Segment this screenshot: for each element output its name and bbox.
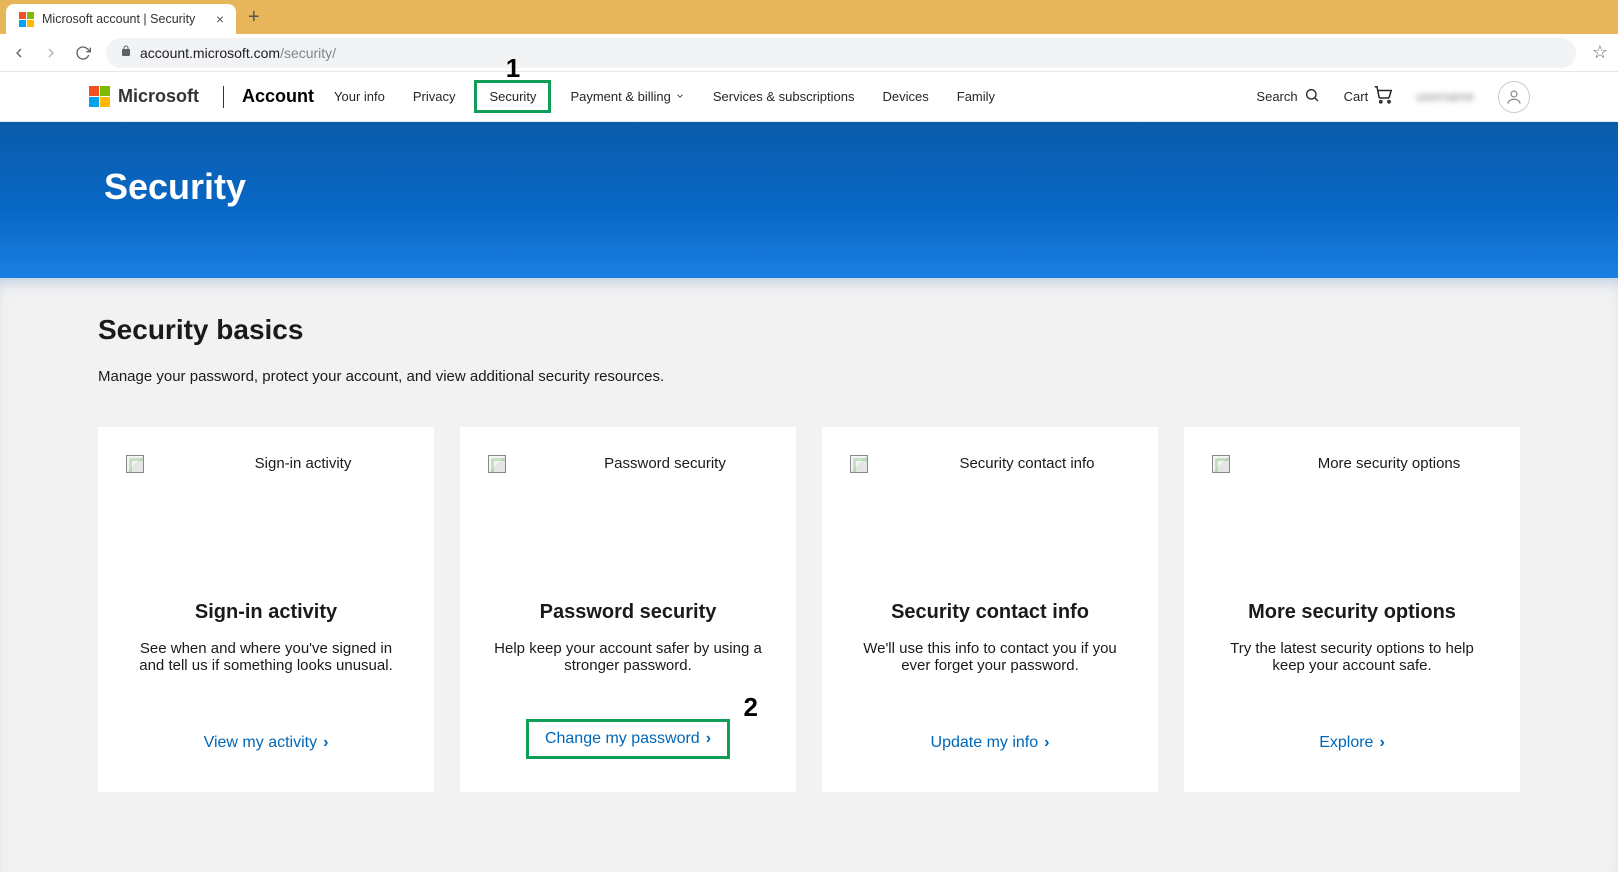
site-header: Microsoft Account Your info Privacy Secu… xyxy=(0,72,1618,122)
new-tab-button[interactable]: + xyxy=(236,6,272,29)
forward-button[interactable] xyxy=(42,44,60,62)
broken-image-icon xyxy=(850,455,868,473)
update-info-link[interactable]: Update my info › xyxy=(931,734,1050,752)
browser-tab[interactable]: Microsoft account | Security × xyxy=(6,4,236,34)
card-more-options: More security options More security opti… xyxy=(1184,427,1520,792)
cart-button[interactable]: Cart xyxy=(1344,86,1393,107)
chevron-down-icon xyxy=(675,89,685,104)
account-link[interactable]: Account xyxy=(242,86,314,107)
card-link-label: Update my info xyxy=(931,734,1039,752)
account-name-blurred: username xyxy=(1416,89,1474,104)
card-title: Security contact info xyxy=(891,601,1089,624)
broken-image-icon xyxy=(1212,455,1230,473)
section-title: Security basics xyxy=(98,314,1520,346)
search-label: Search xyxy=(1256,89,1297,104)
microsoft-logo[interactable]: Microsoft xyxy=(88,86,199,108)
header-right: Search Cart username xyxy=(1256,81,1530,113)
nav-security[interactable]: Security 1 xyxy=(479,85,546,108)
card-top-label: Password security xyxy=(562,455,768,472)
nav-devices[interactable]: Devices xyxy=(879,83,933,110)
annotation-label-2: 2 xyxy=(744,692,758,723)
explore-link[interactable]: Explore › xyxy=(1319,734,1385,752)
header-divider xyxy=(223,86,224,108)
nav-services[interactable]: Services & subscriptions xyxy=(709,83,859,110)
favicon-microsoft-icon xyxy=(18,11,34,27)
broken-image-icon xyxy=(126,455,144,473)
bookmark-star-icon[interactable]: ☆ xyxy=(1592,42,1608,63)
cart-label: Cart xyxy=(1344,89,1369,104)
page-title: Security xyxy=(0,166,1618,208)
nav-family[interactable]: Family xyxy=(953,83,999,110)
browser-toolbar: account.microsoft.com/security/ ☆ xyxy=(0,34,1618,72)
card-text: Try the latest security options to help … xyxy=(1212,640,1492,674)
security-cards: Sign-in activity Sign-in activity See wh… xyxy=(98,427,1520,792)
account-avatar-icon[interactable] xyxy=(1498,81,1530,113)
broken-image-icon xyxy=(488,455,506,473)
nav-payment-label: Payment & billing xyxy=(570,89,670,104)
card-top-label: Sign-in activity xyxy=(200,455,406,472)
primary-nav: Your info Privacy Security 1 Payment & b… xyxy=(330,83,999,110)
card-text: See when and where you've signed in and … xyxy=(126,640,406,674)
cart-icon xyxy=(1374,86,1392,107)
browser-tab-strip: Microsoft account | Security × + xyxy=(0,0,1618,34)
card-title: More security options xyxy=(1248,601,1456,624)
chevron-right-icon: › xyxy=(1044,734,1049,752)
nav-security-label: Security xyxy=(489,89,536,104)
card-link-label: Explore xyxy=(1319,734,1373,752)
card-link-label: Change my password xyxy=(545,730,700,748)
card-text: We'll use this info to contact you if yo… xyxy=(850,640,1130,674)
chevron-right-icon: › xyxy=(323,734,328,752)
change-password-link[interactable]: Change my password › xyxy=(533,726,723,752)
card-top-label: Security contact info xyxy=(924,455,1130,472)
chevron-right-icon: › xyxy=(706,730,711,748)
card-text: Help keep your account safer by using a … xyxy=(488,640,768,674)
microsoft-wordmark: Microsoft xyxy=(118,86,199,107)
nav-privacy[interactable]: Privacy xyxy=(409,83,460,110)
main-content: Security basics Manage your password, pr… xyxy=(0,278,1618,872)
card-link-label: View my activity xyxy=(204,734,318,752)
section-subtitle: Manage your password, protect your accou… xyxy=(98,368,1520,385)
card-security-contact: Security contact info Security contact i… xyxy=(822,427,1158,792)
card-password-security: Password security Password security Help… xyxy=(460,427,796,792)
annotation-label-1: 1 xyxy=(506,53,520,84)
card-title: Password security xyxy=(540,601,717,624)
card-top-label: More security options xyxy=(1286,455,1492,472)
nav-your-info[interactable]: Your info xyxy=(330,83,389,110)
tab-close-icon[interactable]: × xyxy=(216,11,224,27)
card-title: Sign-in activity xyxy=(195,601,337,624)
chevron-right-icon: › xyxy=(1379,734,1384,752)
address-bar[interactable]: account.microsoft.com/security/ xyxy=(106,38,1576,68)
reload-button[interactable] xyxy=(74,44,92,62)
tab-title: Microsoft account | Security xyxy=(42,12,195,26)
nav-payment[interactable]: Payment & billing xyxy=(566,83,688,110)
back-button[interactable] xyxy=(10,44,28,62)
hero-banner: Security xyxy=(0,122,1618,278)
search-button[interactable]: Search xyxy=(1256,87,1319,106)
lock-icon xyxy=(120,45,132,60)
card-signin-activity: Sign-in activity Sign-in activity See wh… xyxy=(98,427,434,792)
microsoft-logo-icon xyxy=(88,86,110,108)
url-text: account.microsoft.com/security/ xyxy=(140,45,336,61)
search-icon xyxy=(1304,87,1320,106)
view-activity-link[interactable]: View my activity › xyxy=(204,734,329,752)
